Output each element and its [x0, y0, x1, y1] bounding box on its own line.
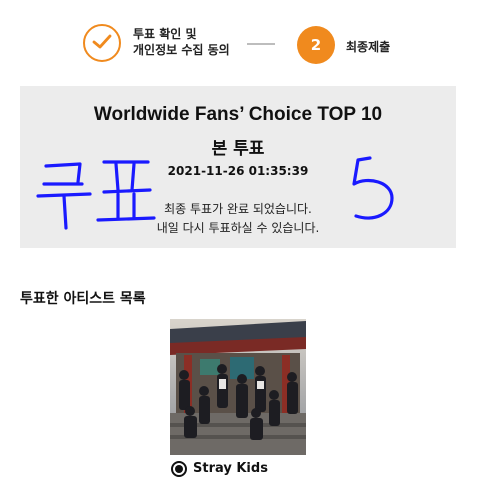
- vote-complete-page: 투표 확인 및 개인정보 수집 동의 2 최종제출 Worldwide Fans…: [0, 0, 480, 490]
- artist-photo: [170, 319, 306, 455]
- retry-message: 내일 다시 투표하실 수 있습니다.: [156, 221, 320, 235]
- check-icon: [92, 34, 112, 49]
- step2-number-circle: 2: [297, 26, 335, 64]
- vote-type: 본 투표: [211, 139, 265, 159]
- step1-check-circle: [83, 24, 121, 62]
- step-connector: [247, 43, 275, 45]
- vote-result-card: Worldwide Fans’ Choice TOP 10 본 투표 2021-…: [20, 86, 456, 248]
- step1-label: 투표 확인 및 개인정보 수집 동의: [133, 26, 253, 58]
- step1-label-line2: 개인정보 수집 동의: [133, 43, 230, 57]
- completion-message: 최종 투표가 완료 되었습니다.: [164, 202, 312, 216]
- artist-name: Stray Kids: [193, 461, 268, 476]
- voted-artists-title: 투표한 아티스트 목록: [20, 291, 146, 307]
- step2-label: 최종제출: [346, 40, 391, 54]
- vote-stepper: 투표 확인 및 개인정보 수집 동의 2 최종제출: [0, 0, 480, 86]
- vote-timestamp: 2021-11-26 01:35:39: [167, 164, 309, 178]
- artist-selected-radio[interactable]: [171, 461, 187, 477]
- step1-label-line1: 투표 확인 및: [133, 27, 197, 41]
- artist-card[interactable]: Stray Kids: [170, 319, 308, 479]
- event-title: Worldwide Fans’ Choice TOP 10: [93, 104, 383, 125]
